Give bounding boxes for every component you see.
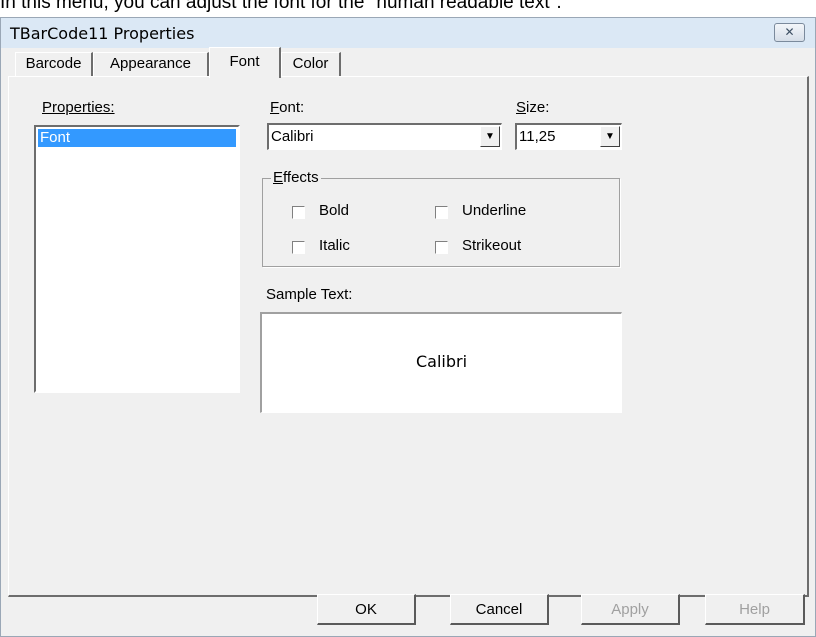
size-select-value: 11,25 [519,128,556,145]
bold-label[interactable]: Bold [319,202,349,219]
properties-label: Properties: [42,99,115,116]
font-select[interactable]: Calibri ▼ [267,123,502,150]
chevron-down-icon[interactable]: ▼ [480,126,500,147]
properties-listbox[interactable]: Font [34,125,240,393]
tab-color[interactable]: Color [281,52,341,76]
size-select[interactable]: 11,25 ▼ [515,123,622,150]
font-label-accel: F [270,99,280,116]
cancel-button[interactable]: Cancel [450,594,549,625]
sample-text: Calibri [415,352,468,371]
sample-text-box: Calibri [260,312,622,413]
font-label: Font: [270,99,304,116]
help-button[interactable]: Help [705,594,805,625]
underline-checkbox[interactable] [435,206,448,219]
window-title: TBarCode11 Properties [10,24,195,43]
size-label: Size: [516,99,549,116]
title-bar: TBarCode11 Properties ✕ [1,18,815,48]
tab-label: Appearance [110,55,191,72]
size-label-text: ize: [526,99,550,116]
underline-label[interactable]: Underline [462,202,526,219]
effects-label-accel: E [273,169,284,186]
effects-label-text: ffects [283,169,319,186]
properties-label-text: Properties: [42,99,115,116]
tab-barcode[interactable]: Barcode [15,52,93,76]
font-label-text: ont: [279,99,305,116]
strikeout-checkbox[interactable] [435,241,448,254]
apply-button[interactable]: Apply [581,594,680,625]
italic-checkbox[interactable] [292,241,305,254]
close-icon: ✕ [784,25,795,39]
effects-label: Effects [271,169,321,186]
bold-checkbox[interactable] [292,206,305,219]
tab-label: Barcode [25,55,82,72]
chevron-down-icon[interactable]: ▼ [600,126,620,147]
strikeout-label[interactable]: Strikeout [462,237,521,254]
tab-appearance[interactable]: Appearance [93,52,209,76]
italic-label[interactable]: Italic [319,237,350,254]
tab-label: Color [292,55,329,72]
effects-group: Effects Bold Underline Italic Strikeout [262,169,620,267]
size-label-accel: S [516,99,527,116]
list-item[interactable]: Font [38,129,236,147]
tab-font[interactable]: Font [209,47,281,78]
ok-button[interactable]: OK [317,594,416,625]
sample-label: Sample Text: [266,286,353,303]
font-select-value: Calibri [271,128,314,145]
close-button[interactable]: ✕ [774,23,805,42]
caption-text: In this menu, you can adjust the font fo… [0,0,562,13]
tab-label: Font [229,53,260,70]
